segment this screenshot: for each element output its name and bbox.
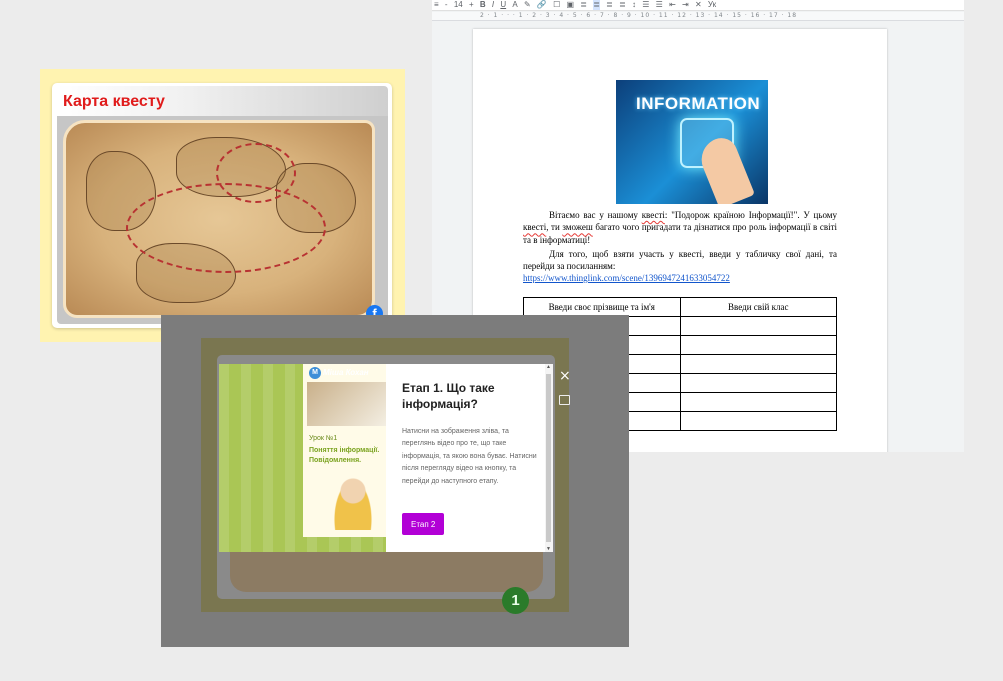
menu-icon[interactable]: ≡ <box>434 0 439 10</box>
table-header-row: Введи своє прізвище та ім'я Введи свій к… <box>523 297 837 317</box>
instruction-paragraph: Для того, щоб взяти участь у квесті, вве… <box>523 249 837 272</box>
table-cell[interactable] <box>679 335 837 355</box>
underline-button[interactable]: U <box>500 0 506 10</box>
increase-indent-icon[interactable]: ⇥ <box>682 0 689 10</box>
table-header-class[interactable]: Введи свій клас <box>679 297 837 317</box>
lightbox-overlay[interactable]: 1 M Міша Кохан Урок №1 Поняття інформаці… <box>161 315 629 647</box>
input-tools-button[interactable]: Ук <box>708 0 716 10</box>
screenshot: ≡ ‑ 14 + B I U A ✎ 🔗 ☐ ▣ ≣ ≣ ≣ ≣ ↕ ☰ ☰ ⇤… <box>0 0 1003 681</box>
author-logo-icon: M <box>309 367 321 379</box>
popup-description: Натисни на зображення зліва, та переглян… <box>402 428 537 485</box>
lesson-title: Поняття інформації. Повідомлення. <box>309 447 380 464</box>
align-justify-icon[interactable]: ≣ <box>619 0 626 10</box>
video-thumbnail[interactable]: M Міша Кохан Урок №1 Поняття інформації.… <box>219 364 386 552</box>
intro-paragraph: Вітаємо вас у нашому квесті: "Подорож кр… <box>523 210 838 245</box>
italic-button[interactable]: I <box>492 0 494 10</box>
table-cell[interactable] <box>679 411 837 431</box>
font-size-increase-button[interactable]: + <box>469 0 474 10</box>
lesson-slide: M Міша Кохан Урок №1 Поняття інформації.… <box>303 364 386 537</box>
hotspot-badge[interactable]: 1 <box>502 587 529 614</box>
laptop-image <box>307 382 386 426</box>
popup-content: Етап 1. Що таке інформація? Натисни на з… <box>402 364 547 552</box>
table-cell[interactable] <box>679 354 837 374</box>
next-stage-button[interactable]: Етап 2 <box>402 513 445 535</box>
quest-link[interactable]: https://www.thinglink.com/scene/13969472… <box>523 273 730 283</box>
immersive-reader-icon[interactable] <box>559 395 570 405</box>
table-header-name[interactable]: Введи своє прізвище та ім'я <box>523 297 681 317</box>
image-caption: INFORMATION <box>636 94 761 113</box>
popup-title: Етап 1. Що таке інформація? <box>402 381 495 411</box>
align-center-icon[interactable]: ≣ <box>593 0 600 10</box>
link-icon[interactable]: 🔗 <box>537 0 547 10</box>
align-left-icon[interactable]: ≣ <box>580 0 587 10</box>
numbered-list-icon[interactable]: ☰ <box>642 0 649 10</box>
map-title: Карта квесту <box>63 93 165 110</box>
table-cell[interactable] <box>679 373 837 393</box>
text-color-button[interactable]: A <box>512 0 517 10</box>
font-size-decrease-button[interactable]: ‑ <box>445 0 448 10</box>
scroll-up-icon[interactable]: ▲ <box>546 364 551 370</box>
image-icon[interactable]: ▣ <box>566 0 574 10</box>
bold-button[interactable]: B <box>480 0 486 10</box>
route-path <box>126 183 326 273</box>
map-image-area[interactable]: f <box>57 116 388 324</box>
scroll-thumb[interactable] <box>546 374 551 542</box>
treasure-map-image[interactable] <box>63 120 375 318</box>
quest-map-frame: Карта квесту f <box>40 69 405 342</box>
font-size-field[interactable]: 14 <box>454 0 463 10</box>
clear-formatting-icon[interactable]: ✕ <box>695 0 702 10</box>
highlight-icon[interactable]: ✎ <box>524 0 531 10</box>
bulleted-list-icon[interactable]: ☰ <box>656 0 663 10</box>
docs-toolbar: ≡ ‑ 14 + B I U A ✎ 🔗 ☐ ▣ ≣ ≣ ≣ ≣ ↕ ☰ ☰ ⇤… <box>432 0 964 11</box>
table-cell[interactable] <box>679 316 837 336</box>
ruler[interactable]: 2 · 1 · · · 1 · 2 · 3 · 4 · 5 · 6 · 7 · … <box>432 12 964 21</box>
comment-icon[interactable]: ☐ <box>553 0 560 10</box>
lesson-number: Урок №1 <box>309 435 338 442</box>
route-path <box>216 143 296 203</box>
information-image: INFORMATION <box>616 80 768 204</box>
treasure-map-image-dimmed <box>230 547 543 592</box>
author-name: Міша Кохан <box>323 368 369 377</box>
table-cell[interactable] <box>679 392 837 412</box>
stage-popup: M Міша Кохан Урок №1 Поняття інформації.… <box>219 364 553 552</box>
align-right-icon[interactable]: ≣ <box>606 0 613 10</box>
close-icon[interactable]: × <box>559 369 571 383</box>
quest-map-card: Карта квесту f <box>52 83 392 328</box>
cartoon-character-image <box>333 478 373 530</box>
scroll-down-icon[interactable]: ▼ <box>546 546 551 552</box>
popup-scrollbar[interactable]: ▲ ▼ <box>545 364 553 552</box>
line-spacing-icon[interactable]: ↕ <box>632 0 636 10</box>
decrease-indent-icon[interactable]: ⇤ <box>669 0 676 10</box>
